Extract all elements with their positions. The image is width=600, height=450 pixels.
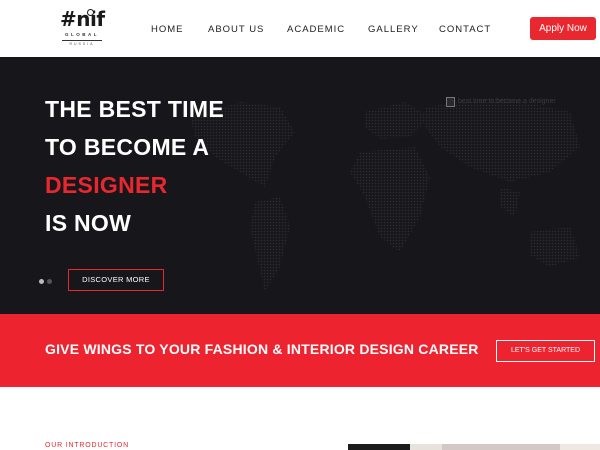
broken-hero-image: best time to become a designer: [446, 97, 600, 109]
apply-now-button[interactable]: Apply Now: [530, 17, 596, 40]
logo-divider: [62, 40, 102, 41]
nav-home[interactable]: HOME: [151, 24, 208, 35]
main-nav: HOME ABOUT US ACADEMIC GALLERY CONTACT: [138, 24, 499, 35]
world-map-background: [190, 97, 580, 292]
hero-headline-highlight: DESIGNER: [45, 172, 168, 198]
banner-tagline: GIVE WINGS TO YOUR FASHION & INTERIOR DE…: [45, 341, 479, 357]
logo-mark: #nif: [60, 7, 105, 31]
intro-section-label: OUR INTRODUCTION: [45, 442, 129, 449]
intro-image: [348, 444, 600, 450]
hero-headline-line-1: THE BEST TIME: [45, 96, 224, 122]
broken-image-alt-text: best time to become a designer: [458, 98, 556, 105]
slider-dots: [39, 279, 55, 284]
nav-about-us[interactable]: ABOUT US: [208, 24, 287, 35]
hero-slider: THE BEST TIME TO BECOME A DESIGNER IS NO…: [0, 57, 600, 314]
cta-banner: GIVE WINGS TO YOUR FASHION & INTERIOR DE…: [0, 314, 600, 387]
nav-contact[interactable]: CONTACT: [439, 24, 499, 35]
slider-dot-2[interactable]: [47, 279, 52, 284]
nav-academic[interactable]: ACADEMIC: [287, 24, 368, 35]
logo-dot-icon: [87, 9, 94, 16]
site-header: #nif GLOBAL RUSSIA HOME ABOUT US ACADEMI…: [0, 0, 600, 57]
nav-gallery[interactable]: GALLERY: [368, 24, 439, 35]
nif-logo[interactable]: #nif GLOBAL RUSSIA: [58, 8, 108, 50]
logo-subtitle: GLOBAL: [65, 32, 99, 37]
slider-dot-1[interactable]: [39, 279, 44, 284]
hero-headline-line-4: IS NOW: [45, 210, 132, 236]
discover-more-button[interactable]: DISCOVER MORE: [68, 269, 164, 291]
lets-get-started-button[interactable]: LET'S GET STARTED: [496, 340, 595, 362]
logo-subtitle-2: RUSSIA: [69, 42, 95, 46]
broken-image-icon: [446, 97, 455, 107]
hero-headline-line-2: TO BECOME A: [45, 134, 210, 160]
